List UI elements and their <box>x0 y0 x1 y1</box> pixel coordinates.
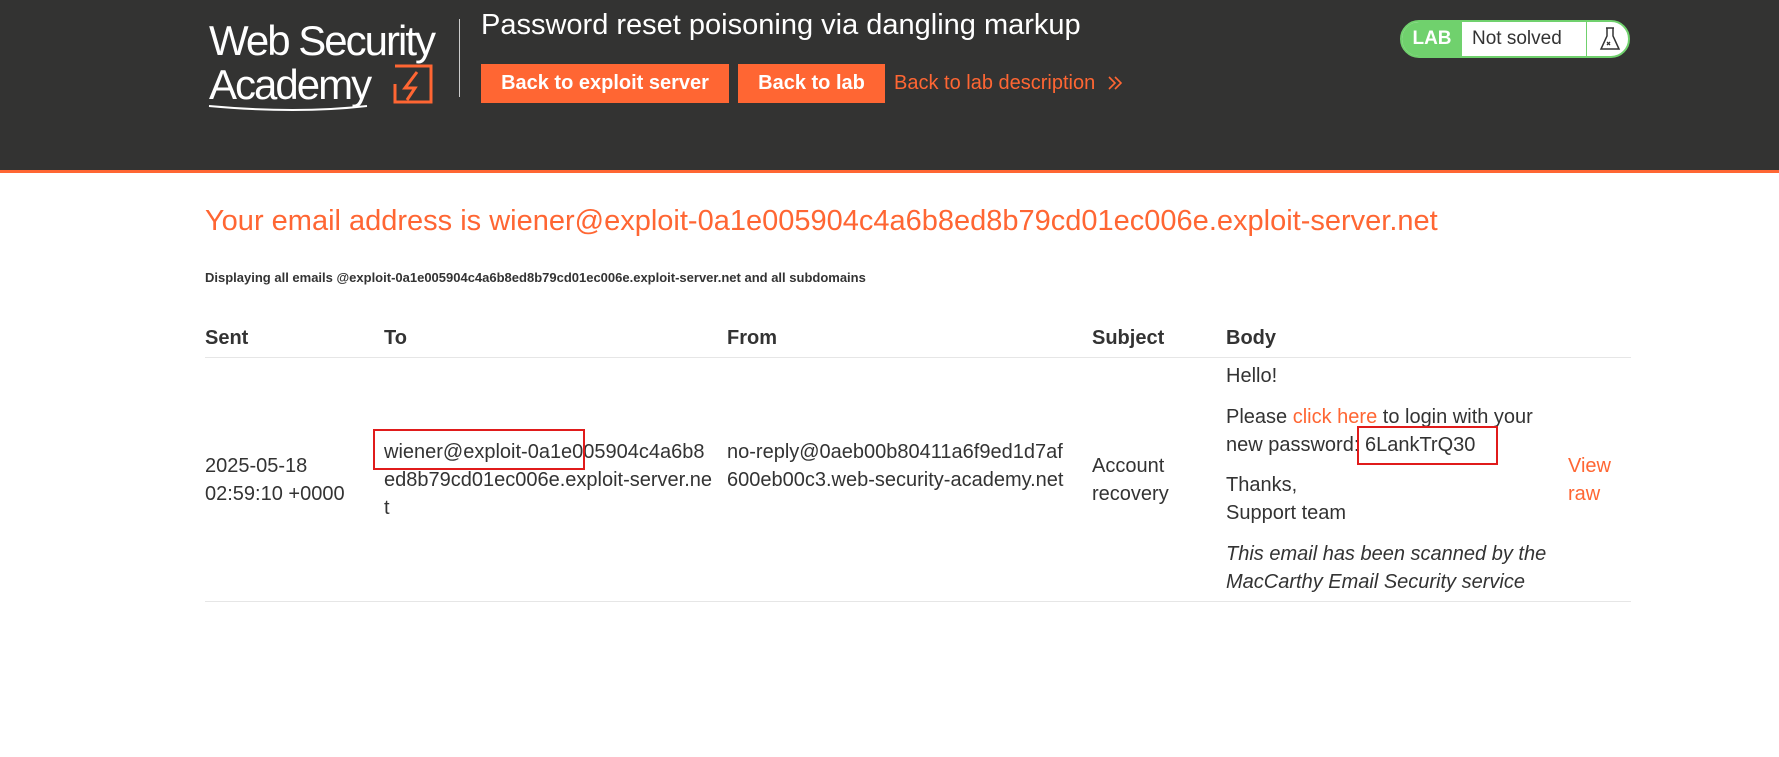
status-separator <box>1586 22 1587 56</box>
lab-status-text: Not solved <box>1472 28 1562 49</box>
lab-status-widget: LAB Not solved <box>1400 20 1630 58</box>
back-to-lab-button[interactable]: Back to lab <box>738 64 885 103</box>
click-here-link[interactable]: click here <box>1293 406 1377 428</box>
highlight-box-password <box>1357 426 1498 465</box>
view-raw-link[interactable]: View raw <box>1568 452 1628 508</box>
svg-text:Web Security: Web Security <box>209 17 436 64</box>
web-security-academy-logo[interactable]: Web Security Academy <box>207 14 459 114</box>
back-to-lab-description-label: Back to lab description <box>894 72 1096 94</box>
column-header-from: From <box>727 327 777 349</box>
email-body-scan-notice: This email has been scanned by the MacCa… <box>1226 543 1547 593</box>
column-header-to: To <box>384 327 407 349</box>
back-to-lab-description-link[interactable]: Back to lab description <box>894 72 1123 95</box>
lab-title: Password reset poisoning via dangling ma… <box>481 9 1081 41</box>
lab-badge: LAB <box>1402 22 1462 56</box>
back-to-exploit-server-button[interactable]: Back to exploit server <box>481 64 729 103</box>
highlight-box-to-address <box>373 429 585 470</box>
flask-icon <box>1599 27 1621 50</box>
column-header-sent: Sent <box>205 327 249 349</box>
header: Web Security Academy Password reset pois… <box>0 0 1779 173</box>
email-body-thanks: Thanks, <box>1226 474 1298 496</box>
logo-divider <box>459 19 460 97</box>
table-row-divider <box>205 601 1631 602</box>
email-filter-subheading: Displaying all emails @exploit-0a1e00590… <box>205 270 866 285</box>
svg-text:Academy: Academy <box>209 61 372 108</box>
email-sent-time: 2025-05-18 02:59:10 +0000 <box>205 455 345 505</box>
column-header-body: Body <box>1226 327 1276 349</box>
table-header-divider <box>205 357 1631 358</box>
double-chevron-right-icon <box>1108 76 1122 90</box>
email-body-please: Please <box>1226 406 1293 428</box>
email-body-signature: Support team <box>1226 502 1347 524</box>
email-subject: Account recovery <box>1092 455 1169 505</box>
email-address-heading: Your email address is wiener@exploit-0a1… <box>205 205 1438 237</box>
email-body-greeting: Hello! <box>1226 365 1278 387</box>
email-from-address: no-reply@0aeb00b80411a6f9ed1d7af600eb00c… <box>727 441 1064 491</box>
column-header-subject: Subject <box>1092 327 1165 349</box>
